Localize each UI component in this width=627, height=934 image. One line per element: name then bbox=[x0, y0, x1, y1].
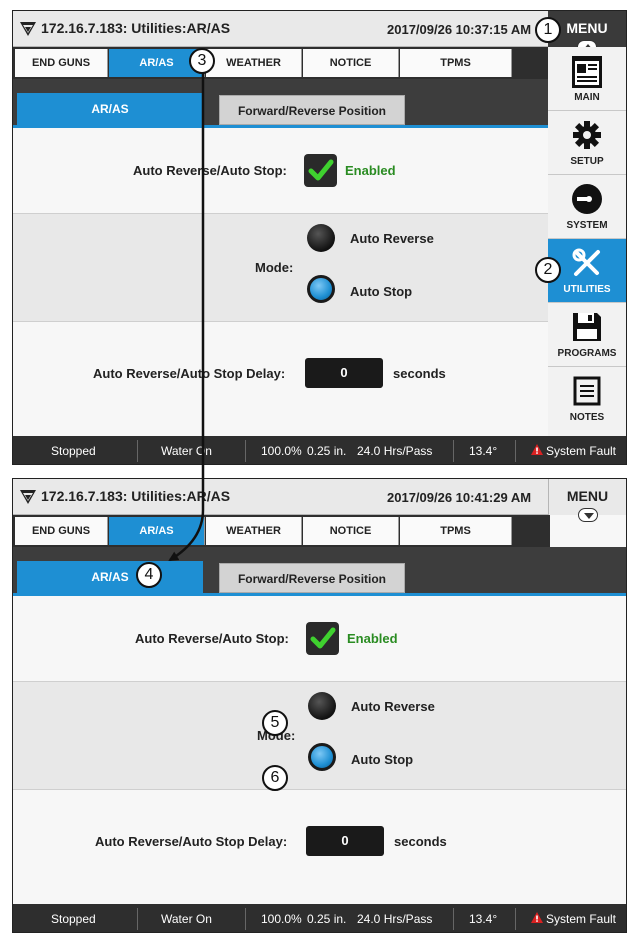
callout-6: 6 bbox=[262, 765, 288, 791]
callout-4: 4 bbox=[136, 562, 162, 588]
callout-1: 1 bbox=[535, 17, 561, 43]
callout-2: 2 bbox=[535, 257, 561, 283]
callout-5: 5 bbox=[262, 710, 288, 736]
callout-arrow-overlay bbox=[168, 72, 205, 562]
callout-arrow bbox=[168, 72, 205, 562]
callout-3: 3 bbox=[189, 48, 215, 74]
